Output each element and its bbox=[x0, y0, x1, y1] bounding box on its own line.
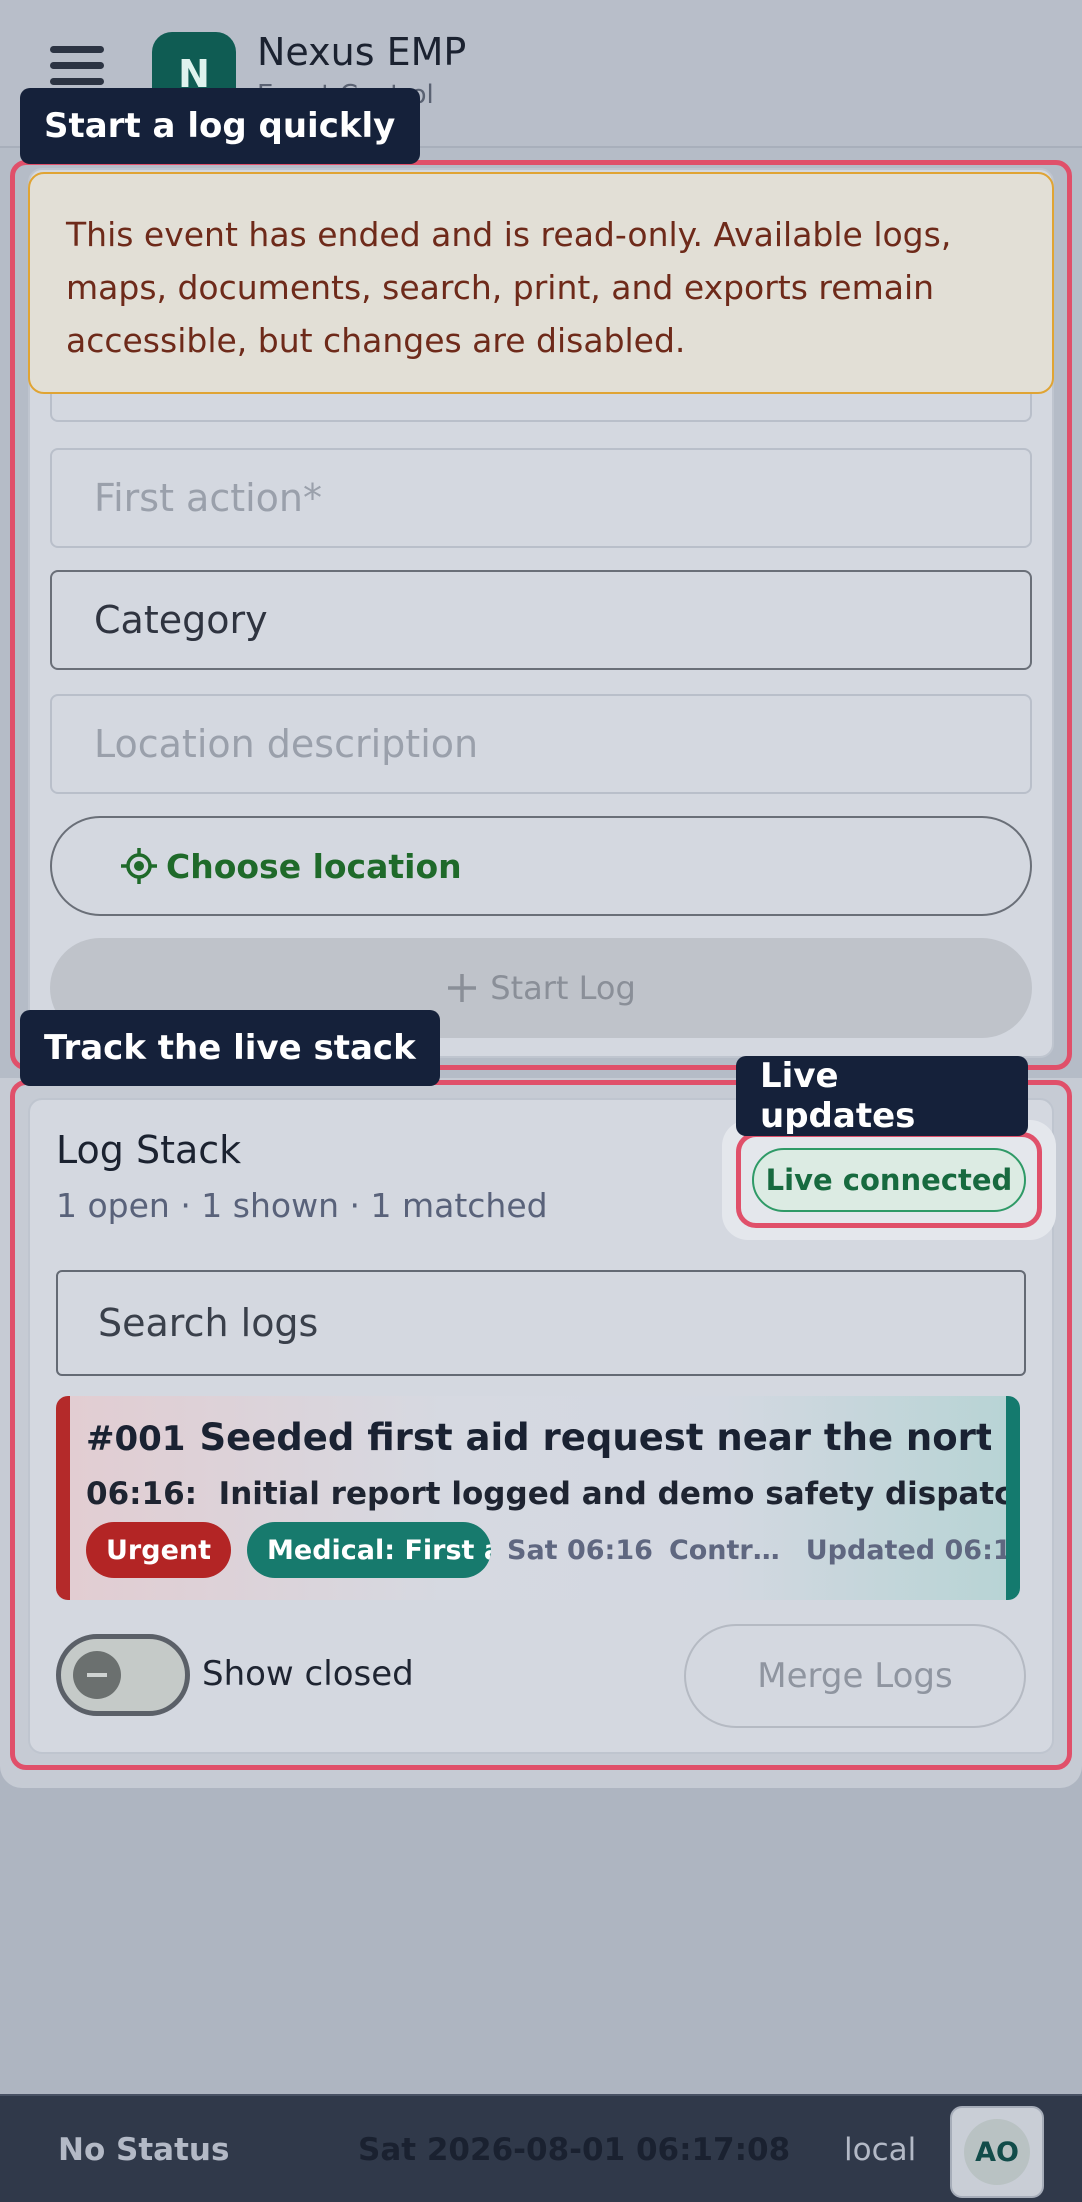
start-log-tooltip: Start a log quickly bbox=[20, 88, 420, 164]
start-log-highlight bbox=[10, 160, 1072, 1070]
live-stack-tooltip: Track the live stack bbox=[20, 1010, 440, 1086]
avatar-initials: AO bbox=[964, 2119, 1030, 2185]
hamburger-menu-icon[interactable] bbox=[50, 46, 106, 86]
status-footer: No Status Sat 2026-08-01 06:17:08 local … bbox=[0, 2094, 1082, 2202]
app-title: Nexus EMP bbox=[257, 30, 467, 74]
log-stack-highlight bbox=[10, 1080, 1072, 1770]
footer-timezone: local bbox=[844, 2132, 917, 2168]
footer-status: No Status bbox=[58, 2132, 230, 2168]
live-updates-tooltip: Live updates bbox=[736, 1056, 1028, 1136]
footer-datetime: Sat 2026-08-01 06:17:08 bbox=[358, 2132, 791, 2168]
user-avatar-button[interactable]: AO bbox=[950, 2106, 1044, 2198]
